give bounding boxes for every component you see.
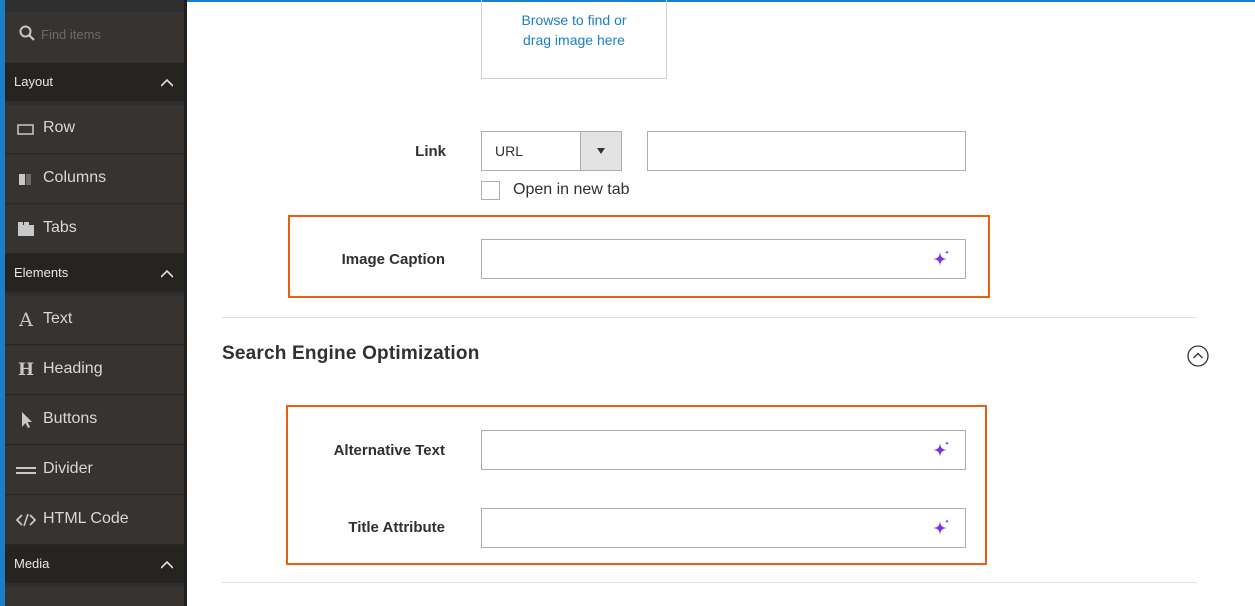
sidebar-item-divider[interactable]: Divider (5, 446, 184, 495)
chevron-up-icon[interactable] (161, 559, 173, 571)
divider-line (222, 317, 1197, 318)
section-label: Layout (14, 74, 54, 89)
seo-section-title[interactable]: Search Engine Optimization (222, 343, 480, 365)
section-media[interactable]: Media (5, 545, 184, 583)
sidebar-item-label: Buttons (43, 410, 98, 427)
image-upload-dropzone[interactable]: Browse to find or drag image here (481, 0, 667, 79)
link-label: Link (415, 143, 446, 160)
heading-icon: H (17, 360, 35, 380)
dropdown-button[interactable] (580, 132, 621, 170)
open-new-tab-label: Open in new tab (513, 181, 630, 198)
section-label: Elements (14, 265, 69, 280)
ai-sparkle-icon[interactable] (931, 440, 951, 460)
ai-sparkle-icon[interactable] (931, 518, 951, 538)
sidebar-edge (0, 0, 5, 606)
sidebar-item-tabs[interactable]: Tabs (5, 205, 184, 254)
link-type-select[interactable]: URL (481, 131, 622, 171)
link-type-value: URL (495, 143, 524, 159)
sidebar-item-label: Columns (43, 169, 107, 186)
divider-line (222, 582, 1197, 583)
upload-text[interactable]: Browse to find or drag image here (482, 10, 666, 50)
alternative-text-input[interactable] (481, 430, 966, 470)
section-elements[interactable]: Elements (5, 254, 184, 292)
chevron-up-icon[interactable] (161, 77, 173, 89)
row-icon (17, 124, 34, 135)
search-input[interactable]: Find items (41, 27, 101, 42)
alternative-text-label: Alternative Text (333, 442, 445, 459)
sidebar-item-heading[interactable]: H Heading (5, 346, 184, 395)
columns-icon (19, 174, 31, 185)
tabs-icon (18, 222, 34, 236)
upload-text-line2: drag image here (523, 32, 625, 48)
divider-icon (16, 467, 36, 474)
sidebar-item-label: Text (43, 310, 73, 327)
sidebar-item-buttons[interactable]: Buttons (5, 396, 184, 445)
sidebar-item-label: Row (43, 119, 76, 136)
section-label: Media (14, 556, 50, 571)
image-caption-input[interactable] (481, 239, 966, 279)
chevron-up-icon[interactable] (161, 268, 173, 280)
link-url-input[interactable] (647, 131, 966, 171)
search-icon (19, 25, 35, 41)
sidebar-item-label: Tabs (43, 219, 77, 236)
section-layout[interactable]: Layout (5, 63, 184, 101)
text-icon: A (19, 309, 33, 331)
title-attribute-label: Title Attribute (348, 519, 445, 536)
search-field[interactable]: Find items (5, 12, 184, 62)
sidebar-item-label: HTML Code (43, 510, 129, 527)
upload-text-line1: Browse to find or (521, 12, 627, 28)
top-border (187, 0, 1255, 2)
collapse-icon[interactable] (1186, 344, 1210, 368)
sidebar-item-html-code[interactable]: HTML Code (5, 496, 184, 545)
chevron-down-icon (597, 148, 605, 154)
sidebar-item-partial[interactable] (5, 587, 184, 606)
sidebar-item-columns[interactable]: Columns (5, 155, 184, 204)
sidebar-item-text[interactable]: A Text (5, 296, 184, 345)
sidebar-item-row[interactable]: Row (5, 105, 184, 154)
buttons-icon (22, 412, 32, 428)
sidebar-item-label: Heading (43, 360, 103, 377)
title-attribute-input[interactable] (481, 508, 966, 548)
sidebar: Find items Layout Row Columns Tabs Eleme… (0, 0, 187, 606)
html-code-icon (16, 513, 36, 527)
open-new-tab-checkbox[interactable] (481, 181, 500, 200)
image-caption-label: Image Caption (341, 251, 445, 268)
sidebar-item-label: Divider (43, 460, 93, 477)
ai-sparkle-icon[interactable] (931, 249, 951, 269)
